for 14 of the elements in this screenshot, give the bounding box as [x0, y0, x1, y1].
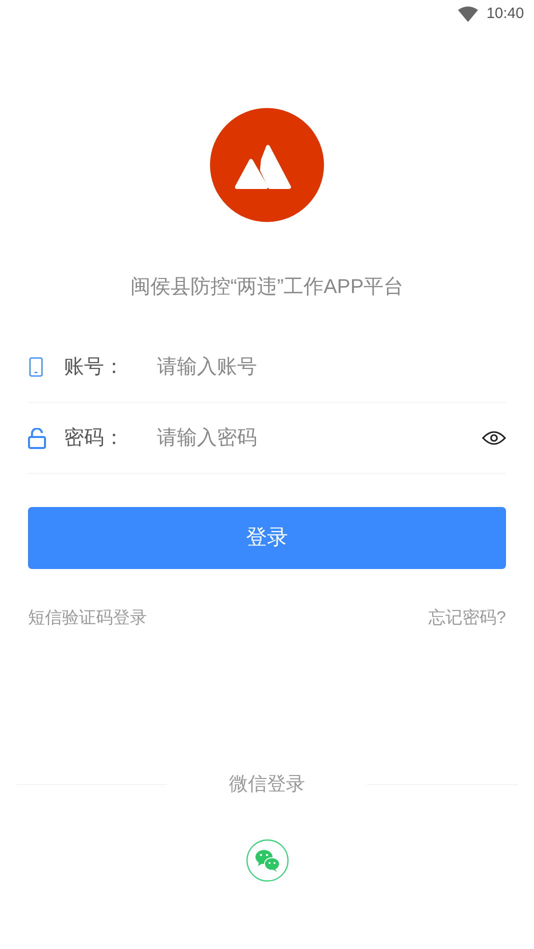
- app-title: 闽侯县防控“两违”工作APP平台: [130, 275, 404, 300]
- phone-icon: [28, 357, 44, 377]
- forgot-password-link[interactable]: 忘记密码?: [428, 605, 506, 630]
- sms-login-link[interactable]: 短信验证码登录: [28, 605, 147, 630]
- account-field[interactable]: 请输入账号: [157, 352, 506, 382]
- password-field[interactable]: 请输入密码: [157, 423, 482, 453]
- eye-icon[interactable]: [482, 430, 506, 446]
- field-label: 密码：: [64, 426, 125, 451]
- field-label: 账号：: [64, 355, 125, 380]
- login-button[interactable]: 登录: [28, 507, 506, 569]
- wechat-login-label: 微信登录: [228, 772, 306, 796]
- unlocked-padlock-icon: [28, 428, 46, 448]
- clock-time: 10:40: [486, 4, 524, 24]
- wifi-icon: [458, 6, 478, 22]
